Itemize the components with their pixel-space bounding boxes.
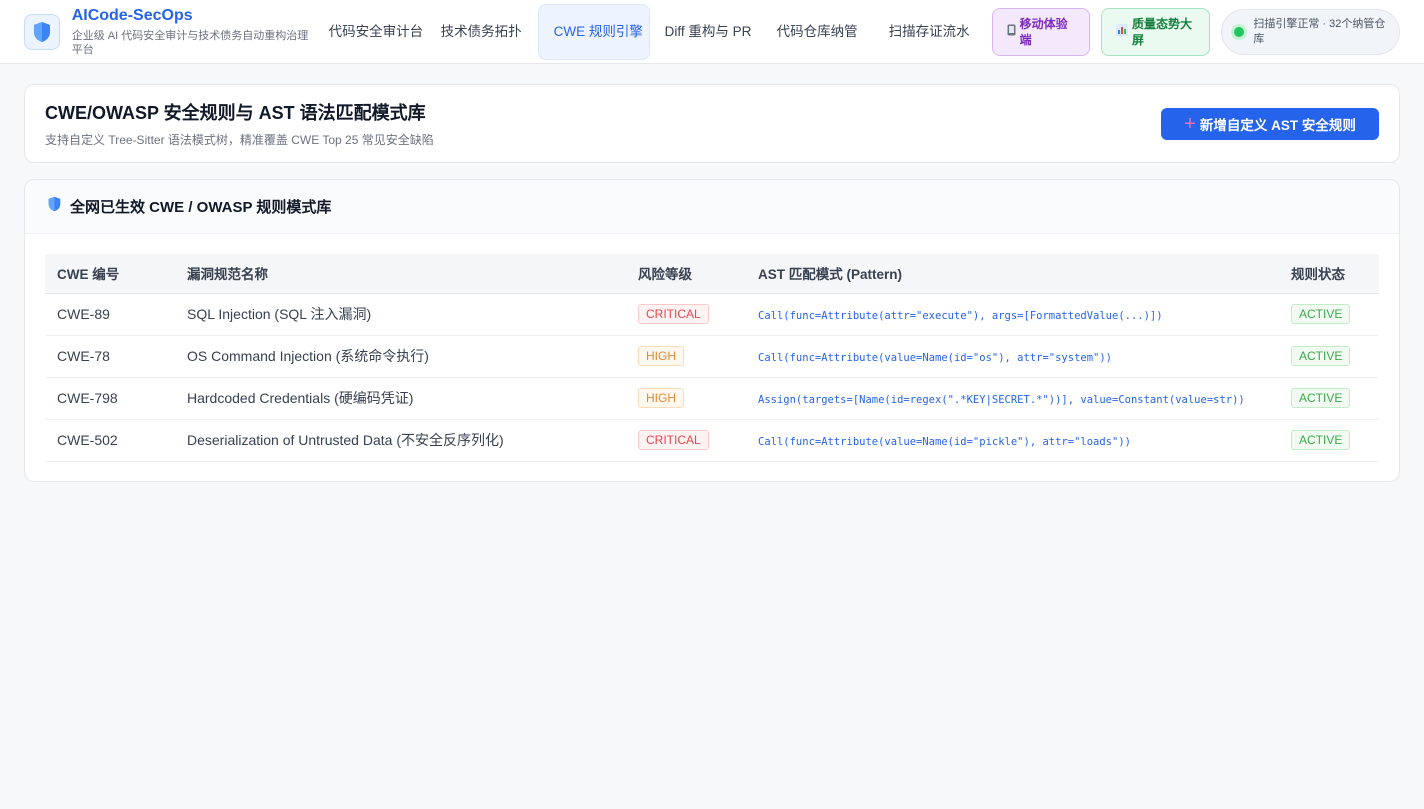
column-header-name: 漏洞规范名称 [175,254,626,294]
column-header-pattern: AST 匹配模式 (Pattern) [746,254,1279,294]
status-badge: ACTIVE [1291,430,1351,450]
table-row[interactable]: CWE-502 Deserialization of Untrusted Dat… [45,419,1379,462]
phone-icon [1007,24,1016,40]
nav-tab-tech-debt[interactable]: 技术债务拓扑 [426,4,538,60]
quality-dashboard-button[interactable]: 质量态势大屏 [1101,7,1211,56]
column-header-level: 风险等级 [626,254,746,294]
rule-name-cell: Hardcoded Credentials (硬编码凭证) [175,377,626,420]
rule-name-cell: OS Command Injection (系统命令执行) [175,335,626,378]
status-cell: ACTIVE [1279,377,1379,420]
cwe-id-cell: CWE-798 [45,377,175,420]
pattern-cell: Call(func=Attribute(attr="execute"), arg… [746,293,1279,336]
page-subtitle: 支持自定义 Tree-Sitter 语法模式树，精准覆盖 CWE Top 25 … [45,133,434,147]
risk-level-cell: CRITICAL [626,293,746,336]
risk-badge: HIGH [638,346,684,366]
ast-pattern-text: Call(func=Attribute(value=Name(id="os"),… [758,352,1113,364]
risk-level-cell: CRITICAL [626,419,746,462]
nav-tab-audit[interactable]: 代码安全审计台 [314,4,426,60]
app-title: AICode-SecOps [71,6,193,24]
rules-table: CWE 编号 漏洞规范名称 风险等级 AST 匹配模式 (Pattern) 规则… [45,254,1379,462]
app-subtitle: 企业级 AI 代码安全审计与技术债务自动重构治理平台 [71,29,309,56]
cwe-id-cell: CWE-78 [45,335,175,378]
page-title: CWE/OWASP 安全规则与 AST 语法匹配模式库 [45,103,426,123]
pattern-cell: Call(func=Attribute(value=Name(id="os"),… [746,335,1279,378]
cwe-id-cell: CWE-89 [45,293,175,336]
ast-pattern-text: Call(func=Attribute(value=Name(id="pickl… [758,436,1131,448]
page-title-block: CWE/OWASP 安全规则与 AST 语法匹配模式库 支持自定义 Tree-S… [45,99,434,148]
status-dot-icon [1234,26,1245,37]
rules-table-card: 全网已生效 CWE / OWASP 规则模式库 CWE 编号 漏洞规范名称 风险… [24,179,1400,482]
cwe-id-cell: CWE-502 [45,419,175,462]
status-cell: ACTIVE [1279,293,1379,336]
table-row[interactable]: CWE-89 SQL Injection (SQL 注入漏洞) CRITICAL… [45,293,1379,336]
column-header-status: 规则状态 [1279,254,1379,294]
table-row[interactable]: CWE-798 Hardcoded Credentials (硬编码凭证) HI… [45,377,1379,420]
top-navbar: AICode-SecOps 企业级 AI 代码安全审计与技术债务自动重构治理平台… [0,0,1424,64]
add-custom-rule-button[interactable]: + 新增自定义 AST 安全规则 [1161,107,1379,140]
engine-status-badge: 扫描引擎正常 · 32个纳管仓库 [1221,8,1401,55]
status-badge: ACTIVE [1291,304,1351,324]
engine-status-text: 扫描引擎正常 · 32个纳管仓库 [1253,17,1386,45]
risk-badge: CRITICAL [638,304,709,324]
ast-pattern-text: Call(func=Attribute(attr="execute"), arg… [758,310,1163,322]
brand-block: AICode-SecOps 企业级 AI 代码安全审计与技术债务自动重构治理平台 [72,7,310,57]
page-header-card: CWE/OWASP 安全规则与 AST 语法匹配模式库 支持自定义 Tree-S… [24,84,1400,163]
shield-logo-icon [24,13,60,50]
section-header: 全网已生效 CWE / OWASP 规则模式库 [25,180,1399,234]
bar-chart-icon [1116,23,1129,40]
risk-level-cell: HIGH [626,377,746,420]
risk-badge: HIGH [638,388,684,408]
nav-tab-cwe-rules[interactable]: CWE 规则引擎 [537,3,650,60]
status-cell: ACTIVE [1279,335,1379,378]
section-title: 全网已生效 CWE / OWASP 规则模式库 [70,199,332,216]
table-row[interactable]: CWE-78 OS Command Injection (系统命令执行) HIG… [45,335,1379,378]
nav-tab-diff-pr[interactable]: Diff 重构与 PR [650,4,762,60]
quality-dashboard-label: 质量态势大屏 [1132,16,1193,47]
nav-tab-repos[interactable]: 代码仓库纳管 [762,4,874,60]
mobile-experience-button[interactable]: 移动体验端 [991,7,1091,56]
status-badge: ACTIVE [1291,388,1351,408]
table-header-row: CWE 编号 漏洞规范名称 风险等级 AST 匹配模式 (Pattern) 规则… [45,254,1379,294]
main-nav: 代码安全审计台 技术债务拓扑 CWE 规则引擎 Diff 重构与 PR 代码仓库… [314,0,986,64]
ast-pattern-text: Assign(targets=[Name(id=regex(".*KEY|SEC… [758,394,1245,406]
mobile-experience-label: 移动体验端 [1019,16,1068,47]
column-header-cwe-id: CWE 编号 [45,254,175,294]
pattern-cell: Assign(targets=[Name(id=regex(".*KEY|SEC… [746,377,1279,420]
risk-badge: CRITICAL [638,430,709,450]
status-badge: ACTIVE [1291,346,1351,366]
shield-icon [47,196,62,217]
status-cell: ACTIVE [1279,419,1379,462]
nav-tab-scan-log[interactable]: 扫描存证流水 [874,4,986,60]
pattern-cell: Call(func=Attribute(value=Name(id="pickl… [746,419,1279,462]
plus-icon: + [1184,112,1196,135]
add-custom-rule-label: 新增自定义 AST 安全规则 [1199,117,1356,133]
risk-level-cell: HIGH [626,335,746,378]
rule-name-cell: SQL Injection (SQL 注入漏洞) [175,293,626,336]
rule-name-cell: Deserialization of Untrusted Data (不安全反序… [175,419,626,462]
